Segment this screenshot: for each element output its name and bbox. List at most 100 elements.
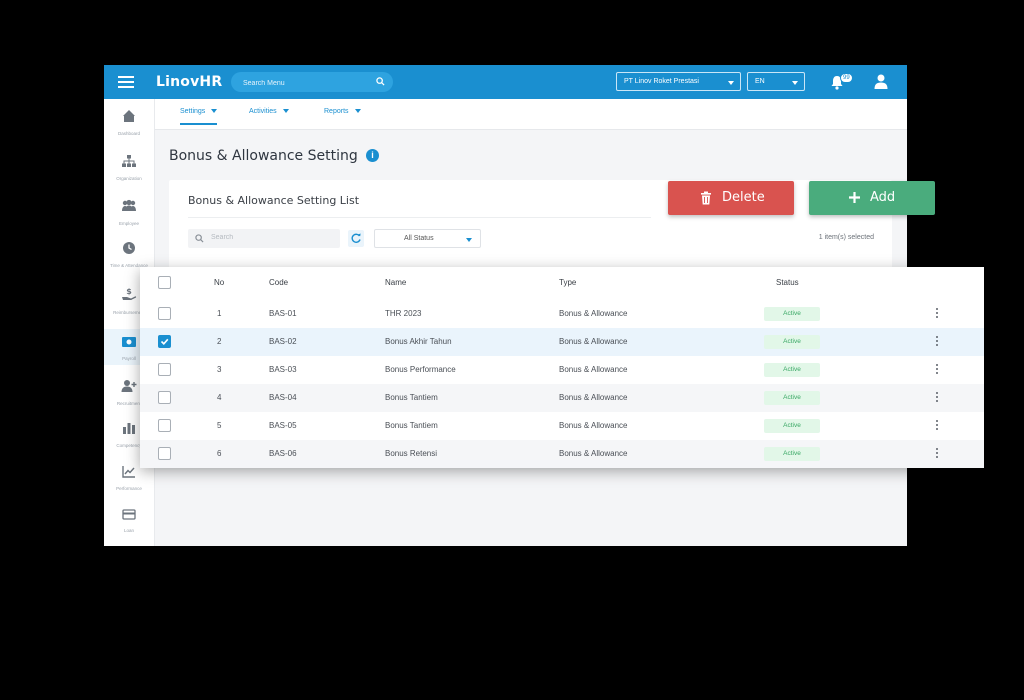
table-header: No Code Name Type Status — [140, 267, 984, 300]
list-title: Bonus & Allowance Setting List — [188, 194, 360, 207]
status-filter-select[interactable]: All Status — [374, 229, 481, 248]
more-options-icon[interactable] — [934, 308, 940, 320]
cell-no: 6 — [217, 449, 222, 458]
more-options-icon[interactable] — [934, 336, 940, 348]
menu-search[interactable] — [231, 72, 393, 92]
row-checkbox[interactable] — [158, 391, 171, 404]
table-row[interactable]: 3 BAS-03 Bonus Performance Bonus & Allow… — [140, 356, 984, 384]
menu-icon[interactable] — [118, 74, 134, 88]
more-options-icon[interactable] — [934, 392, 940, 404]
payroll-icon — [122, 337, 136, 347]
cell-name: THR 2023 — [385, 309, 422, 318]
sidebar-item-performance[interactable]: Performance — [104, 465, 154, 491]
cell-code: BAS-02 — [269, 337, 297, 346]
delete-button-label: Delete — [722, 190, 765, 205]
divider — [188, 217, 651, 218]
status-badge: Active — [764, 335, 820, 349]
cell-type: Bonus & Allowance — [559, 309, 628, 318]
plus-icon — [849, 192, 860, 203]
company-select[interactable]: PT Linov Roket Prestasi — [616, 72, 741, 91]
table-row[interactable]: 5 BAS-05 Bonus Tantiem Bonus & Allowance… — [140, 412, 984, 440]
status-badge: Active — [764, 447, 820, 461]
status-filter-value: All Status — [404, 235, 434, 242]
search-icon[interactable] — [376, 77, 385, 86]
tab-label: Reports — [324, 108, 349, 115]
tab-activities[interactable]: Activities — [249, 108, 289, 115]
row-checkbox[interactable] — [158, 335, 171, 348]
money-hand-icon: $ — [122, 287, 137, 300]
top-bar: LinovHR PT Linov Roket Prestasi EN 99 — [104, 65, 907, 99]
refresh-icon — [351, 233, 361, 243]
sidebar-item-loan[interactable]: Loan — [104, 507, 154, 533]
cell-no: 4 — [217, 393, 222, 402]
select-all-checkbox[interactable] — [158, 276, 171, 289]
column-header-status[interactable]: Status — [776, 278, 799, 287]
table-row[interactable]: 2 BAS-02 Bonus Akhir Tahun Bonus & Allow… — [140, 328, 984, 356]
add-button[interactable]: Add — [809, 181, 935, 215]
tab-settings[interactable]: Settings — [180, 108, 218, 125]
table-row[interactable]: 6 BAS-06 Bonus Retensi Bonus & Allowance… — [140, 440, 984, 468]
more-options-icon[interactable] — [934, 448, 940, 460]
page-title: Bonus & Allowance Setting — [169, 148, 358, 164]
cell-code: BAS-05 — [269, 421, 297, 430]
cell-no: 3 — [217, 365, 222, 374]
language-select-value: EN — [755, 78, 765, 85]
sub-navigation: Settings Activities Reports — [154, 99, 907, 130]
data-table: No Code Name Type Status 1 BAS-01 THR 20… — [140, 267, 984, 468]
card-icon — [122, 509, 136, 520]
cell-name: Bonus Tantiem — [385, 421, 438, 430]
cell-type: Bonus & Allowance — [559, 393, 628, 402]
company-select-value: PT Linov Roket Prestasi — [624, 78, 699, 85]
row-checkbox[interactable] — [158, 419, 171, 432]
status-badge: Active — [764, 419, 820, 433]
sidebar-item-dashboard[interactable]: Dashboard — [104, 109, 154, 136]
user-plus-icon — [121, 380, 137, 392]
column-header-code[interactable]: Code — [269, 278, 288, 287]
chevron-down-icon — [466, 238, 472, 242]
search-icon — [195, 234, 204, 243]
column-header-no[interactable]: No — [214, 278, 224, 287]
bar-chart-icon — [123, 423, 135, 434]
sidebar-item-time-attendance[interactable]: Time & Attendance — [104, 241, 154, 268]
people-icon — [122, 199, 136, 211]
user-icon[interactable] — [874, 74, 888, 89]
status-badge: Active — [764, 391, 820, 405]
notification-badge: 99 — [840, 73, 853, 83]
status-badge: Active — [764, 307, 820, 321]
table-row[interactable]: 4 BAS-04 Bonus Tantiem Bonus & Allowance… — [140, 384, 984, 412]
cell-code: BAS-03 — [269, 365, 297, 374]
tab-label: Settings — [180, 108, 206, 115]
cell-type: Bonus & Allowance — [559, 421, 628, 430]
list-search-input[interactable] — [209, 233, 333, 242]
table-row[interactable]: 1 BAS-01 THR 2023 Bonus & Allowance Acti… — [140, 300, 984, 328]
delete-button[interactable]: Delete — [668, 181, 794, 215]
trend-icon — [122, 466, 135, 478]
sidebar-item-label: Loan — [123, 528, 134, 533]
column-header-name[interactable]: Name — [385, 278, 406, 287]
org-chart-icon — [122, 155, 136, 167]
chevron-down-icon — [354, 109, 361, 114]
info-icon[interactable]: i — [366, 149, 379, 162]
language-select[interactable]: EN — [747, 72, 805, 91]
column-header-type[interactable]: Type — [559, 278, 576, 287]
cell-type: Bonus & Allowance — [559, 449, 628, 458]
sidebar-item-label: Dashboard — [117, 131, 140, 136]
more-options-icon[interactable] — [934, 420, 940, 432]
more-options-icon[interactable] — [934, 364, 940, 376]
row-checkbox[interactable] — [158, 307, 171, 320]
menu-search-input[interactable] — [241, 75, 370, 91]
tab-label: Activities — [249, 108, 277, 115]
cell-type: Bonus & Allowance — [559, 337, 628, 346]
dashboard-icon — [123, 110, 135, 122]
chevron-down-icon — [728, 81, 734, 85]
refresh-button[interactable] — [348, 230, 364, 247]
cell-code: BAS-06 — [269, 449, 297, 458]
sidebar-item-organization[interactable]: Organization — [104, 154, 154, 181]
row-checkbox[interactable] — [158, 363, 171, 376]
sidebar-item-employee[interactable]: Employee — [104, 199, 154, 226]
tab-reports[interactable]: Reports — [324, 108, 361, 115]
row-checkbox[interactable] — [158, 447, 171, 460]
clock-icon — [123, 242, 135, 254]
list-search[interactable] — [188, 229, 340, 248]
trash-icon — [701, 191, 711, 205]
